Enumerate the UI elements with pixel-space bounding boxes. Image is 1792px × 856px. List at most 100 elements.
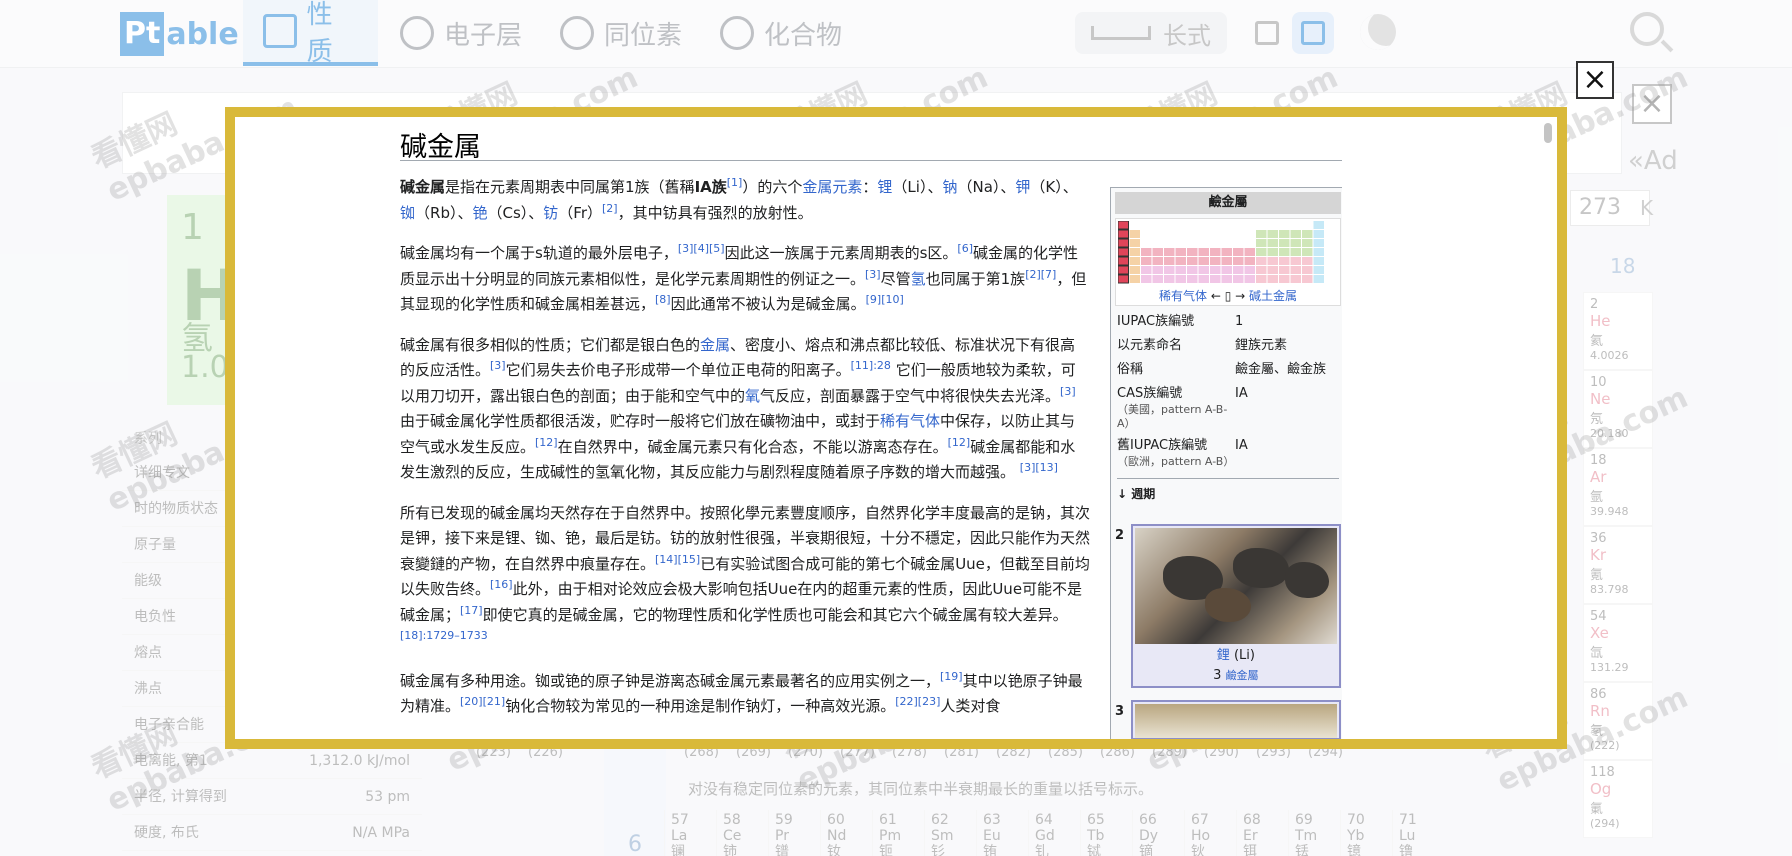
citation-link[interactable]: [1] bbox=[727, 176, 743, 189]
citation-link[interactable]: [17] bbox=[460, 604, 483, 617]
citation-link[interactable]: [3] bbox=[490, 359, 506, 372]
citation-link[interactable]: [16] bbox=[490, 578, 513, 591]
mini-table-cell bbox=[1267, 239, 1278, 247]
mini-table-cell bbox=[1233, 275, 1244, 283]
citation-link[interactable]: [3] bbox=[865, 268, 881, 281]
modal-close-button[interactable]: × bbox=[1576, 61, 1614, 99]
mini-table-cell bbox=[1164, 275, 1175, 283]
mini-table-cell bbox=[1187, 275, 1198, 283]
mini-table-cell bbox=[1267, 266, 1278, 274]
mini-table-cell bbox=[1118, 265, 1129, 275]
wiki-link[interactable]: 氧 bbox=[745, 387, 760, 405]
citation-link[interactable]: [11]:28 bbox=[851, 359, 891, 372]
mini-table-cell bbox=[1279, 266, 1290, 274]
wiki-link[interactable]: 锂 bbox=[877, 178, 892, 196]
next-group-link[interactable]: 碱土金属 bbox=[1249, 289, 1297, 303]
citation-link[interactable]: [8] bbox=[655, 293, 671, 306]
mini-table-cell bbox=[1221, 248, 1232, 256]
prev-group-link[interactable]: 稀有气体 bbox=[1159, 289, 1207, 303]
lithium-photo[interactable] bbox=[1134, 528, 1337, 644]
period-label: ↓ 週期 bbox=[1117, 487, 1156, 501]
infobox-value: 1 bbox=[1235, 314, 1244, 329]
citation-link[interactable]: [6] bbox=[957, 242, 973, 255]
citation-link[interactable]: [3][4][5] bbox=[678, 242, 725, 255]
wiki-link[interactable]: 钾 bbox=[1015, 178, 1030, 196]
mini-table-cell bbox=[1118, 221, 1129, 230]
period-number: 2 bbox=[1115, 528, 1125, 543]
mini-table-cell bbox=[1267, 248, 1278, 256]
mini-table-cell bbox=[1256, 266, 1267, 274]
mini-table-cell bbox=[1129, 266, 1140, 274]
mini-table-cell bbox=[1302, 275, 1313, 283]
mini-table-cell bbox=[1290, 230, 1301, 238]
mini-table-cell bbox=[1152, 275, 1163, 283]
lithium-entry: 2 鋰 (Li) 3 鹼金屬 bbox=[1115, 524, 1341, 688]
citation-link[interactable]: [3][13] bbox=[1020, 461, 1058, 474]
citation-link[interactable]: [14][15] bbox=[655, 553, 700, 566]
citation-link[interactable]: [12] bbox=[535, 436, 558, 449]
mini-table-cell bbox=[1210, 257, 1221, 265]
citation-link[interactable]: [18]:1729–1733 bbox=[400, 629, 488, 642]
article-paragraph: 碱金属是指在元素周期表中同属第1族（舊稱ⅠA族[1]）的六个金属元素：锂（Li）… bbox=[400, 176, 1078, 222]
mini-table-cell bbox=[1279, 248, 1290, 256]
mini-table-cell bbox=[1302, 239, 1313, 247]
wiki-link[interactable]: 钠 bbox=[942, 178, 957, 196]
mini-periodic-table-grid bbox=[1118, 221, 1324, 284]
infobox-key: CAS族編號 （美國，pattern A-B-A） bbox=[1117, 385, 1235, 431]
scrollbar-thumb[interactable] bbox=[1544, 123, 1552, 143]
wiki-link[interactable]: 金属 bbox=[700, 336, 730, 354]
mini-table-cell bbox=[1187, 248, 1198, 256]
scrollbar[interactable] bbox=[1543, 123, 1553, 739]
infobox-key-text: IUPAC族編號 bbox=[1117, 314, 1195, 329]
lithium-link[interactable]: 鋰 bbox=[1217, 648, 1230, 663]
mini-table-cell bbox=[1141, 257, 1152, 265]
mini-table-cell bbox=[1290, 275, 1301, 283]
mini-table-cell bbox=[1198, 257, 1209, 265]
infobox-key: 舊IUPAC族編號 （歐洲，pattern A-B） bbox=[1117, 437, 1235, 469]
citation-link[interactable]: [9][10] bbox=[866, 293, 904, 306]
mini-table-cell bbox=[1313, 275, 1324, 283]
mini-table-cell bbox=[1129, 275, 1140, 283]
wiki-link[interactable]: 铷 bbox=[400, 204, 415, 222]
mini-table-cell bbox=[1290, 239, 1301, 247]
alkali-metal-link[interactable]: 鹼金屬 bbox=[1226, 669, 1259, 682]
article-paragraph: 碱金属有很多相似的性质；它们都是银白色的金属、密度小、熔点和沸点都比较低、标准状… bbox=[400, 335, 1076, 482]
infobox-value: IA bbox=[1235, 386, 1248, 401]
sodium-entry: 3 bbox=[1115, 700, 1341, 739]
citation-link[interactable]: [3] bbox=[1060, 385, 1076, 398]
wiki-link[interactable]: 金属元素 bbox=[802, 178, 862, 196]
wiki-link[interactable]: 钫 bbox=[543, 204, 558, 222]
mini-table-cell bbox=[1118, 274, 1129, 284]
wiki-link[interactable]: 铯 bbox=[472, 204, 487, 222]
mini-table-cell bbox=[1279, 275, 1290, 283]
lithium-symbol: (Li) bbox=[1233, 648, 1255, 663]
infobox-value: IA bbox=[1235, 438, 1248, 453]
citation-link[interactable]: [20][21] bbox=[460, 695, 505, 708]
mini-table-cell bbox=[1233, 248, 1244, 256]
mini-table-cell bbox=[1244, 266, 1255, 274]
sodium-photo[interactable] bbox=[1134, 704, 1337, 738]
mini-table-cell bbox=[1267, 275, 1278, 283]
mini-table-cell bbox=[1175, 266, 1186, 274]
mini-table-cell bbox=[1141, 248, 1152, 256]
mini-table-cell bbox=[1313, 257, 1324, 265]
citation-link[interactable]: [12] bbox=[948, 436, 971, 449]
mini-table-cell bbox=[1256, 239, 1267, 247]
mini-table-cell bbox=[1152, 248, 1163, 256]
citation-link[interactable]: [22][23] bbox=[895, 695, 940, 708]
mini-table-cell bbox=[1221, 275, 1232, 283]
article-paragraph: 所有已发现的碱金属均天然存在于自然界中。按照化學元素豐度顺序，自然界化学丰度最高… bbox=[400, 503, 1091, 642]
citation-link[interactable]: [2][7] bbox=[1025, 268, 1056, 281]
infobox-key-text: 俗稱 bbox=[1117, 362, 1144, 377]
citation-link[interactable]: [2] bbox=[602, 202, 618, 215]
infobox-key-note: （美國，pattern A-B-A） bbox=[1117, 403, 1228, 430]
mini-table-cell bbox=[1221, 266, 1232, 274]
mini-table-cell bbox=[1290, 248, 1301, 256]
wiki-link[interactable]: 稀有气体 bbox=[880, 412, 940, 430]
article-title: 碱金属 bbox=[400, 117, 1342, 163]
article-modal: 碱金属 碱金属是指在元素周期表中同属第1族（舊稱ⅠA族[1]）的六个金属元素：锂… bbox=[225, 107, 1567, 749]
wiki-link[interactable]: 氢 bbox=[911, 270, 926, 288]
infobox-row: CAS族編號 （美國，pattern A-B-A） IA bbox=[1111, 382, 1342, 434]
citation-link[interactable]: [19] bbox=[940, 670, 963, 683]
mini-table-cell bbox=[1302, 248, 1313, 256]
